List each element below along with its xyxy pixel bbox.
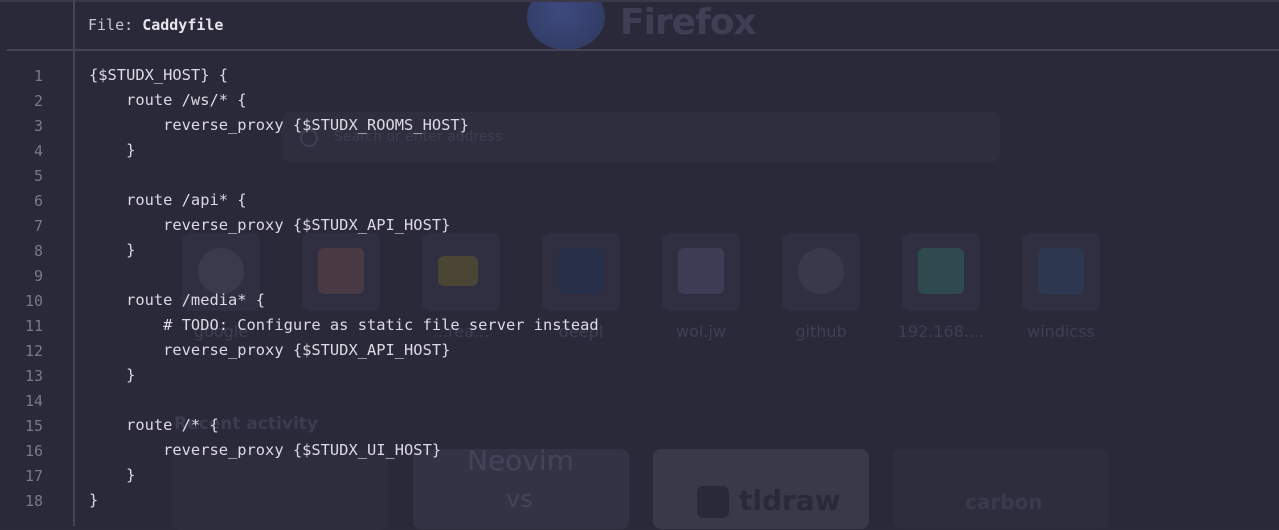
line-number: 13 — [24, 367, 43, 385]
code-line: reverse_proxy {$STUDX_API_HOST} — [89, 341, 451, 359]
line-number: 16 — [24, 442, 43, 460]
line-number: 8 — [33, 242, 43, 260]
line-number: 7 — [33, 217, 43, 235]
code-line: } — [89, 241, 136, 259]
top-border — [0, 0, 1279, 2]
code-line: route /api* { — [89, 191, 247, 209]
code-line: } — [89, 366, 136, 384]
file-header-label: File: — [88, 16, 134, 34]
code-line: route /media* { — [89, 291, 266, 309]
code-line: # TODO: Configure as static file server … — [89, 316, 599, 334]
line-number: 15 — [24, 417, 43, 435]
gutter-divider — [73, 0, 75, 526]
header-divider — [7, 49, 1279, 51]
code-line: } — [89, 141, 136, 159]
line-number: 10 — [24, 292, 43, 310]
line-number: 11 — [24, 317, 43, 335]
line-number: 18 — [24, 492, 43, 510]
line-number: 5 — [33, 167, 43, 185]
file-header: File: Caddyfile — [88, 16, 223, 34]
code-line: reverse_proxy {$STUDX_API_HOST} — [89, 216, 451, 234]
code-line: } — [89, 491, 99, 509]
line-number: 3 — [33, 117, 43, 135]
line-number: 14 — [24, 392, 43, 410]
line-number: 1 — [33, 67, 43, 85]
code-line: } — [89, 466, 136, 484]
line-number: 17 — [24, 467, 43, 485]
line-number: 6 — [33, 192, 43, 210]
code-line: reverse_proxy {$STUDX_UI_HOST} — [89, 441, 442, 459]
code-line: reverse_proxy {$STUDX_ROOMS_HOST} — [89, 116, 469, 134]
code-line: route /ws/* { — [89, 91, 247, 109]
line-number: 4 — [33, 142, 43, 160]
line-number: 2 — [33, 92, 43, 110]
code-line: {$STUDX_HOST} { — [89, 66, 228, 84]
line-number: 12 — [24, 342, 43, 360]
file-name: Caddyfile — [142, 16, 224, 34]
code-viewer: File: Caddyfile 1 {$STUDX_HOST} { 2 route … — [0, 0, 1279, 526]
line-number: 9 — [33, 267, 43, 285]
code-line: route /* { — [89, 416, 219, 434]
